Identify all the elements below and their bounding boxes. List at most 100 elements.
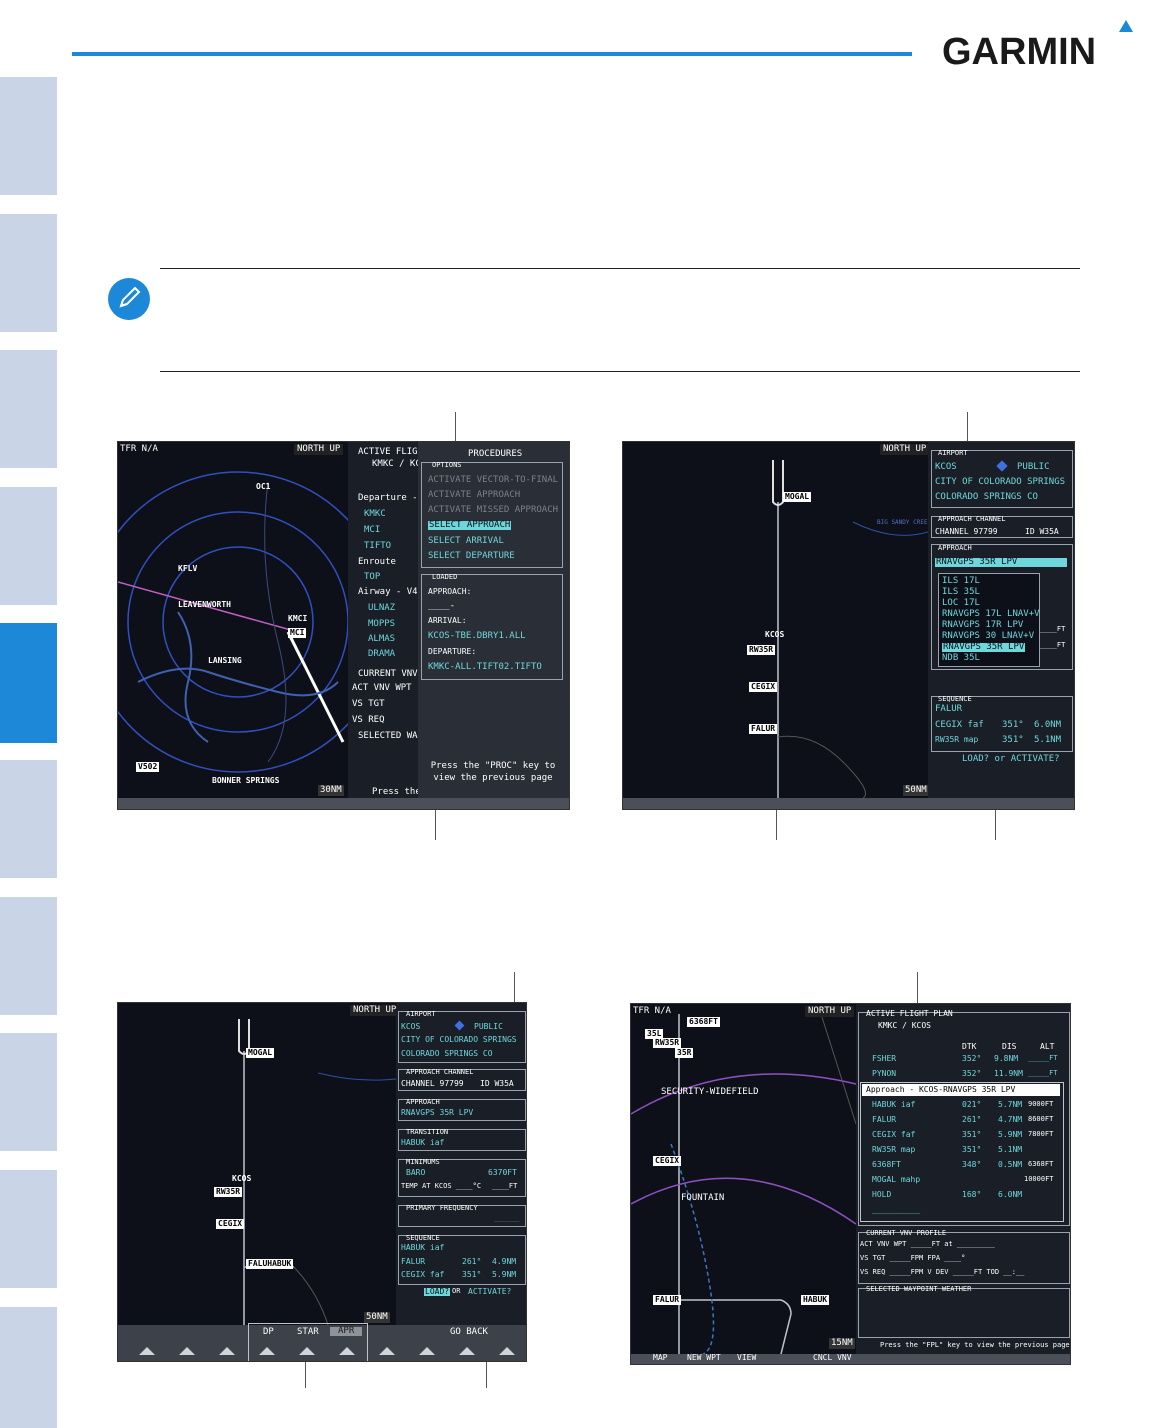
option-select-arrival[interactable]: SELECT ARRIVAL (428, 537, 504, 546)
col-dtk: DTK (962, 1042, 977, 1051)
approach-option[interactable]: RNAVGPS 17R LPV (942, 621, 1023, 630)
option-vtf[interactable]: ACTIVATE VECTOR-TO-FINAL (428, 476, 558, 485)
minimums-baro[interactable]: BARO (406, 1169, 425, 1177)
softkey-view[interactable]: VIEW (737, 1354, 756, 1362)
option-select-approach[interactable]: SELECT APPROACH (428, 521, 512, 530)
approach-option[interactable]: LOC 17L (942, 599, 980, 608)
orientation-label[interactable]: NORTH UP (350, 1005, 400, 1016)
fp-airway-wpt[interactable]: ULNAZ (368, 604, 395, 613)
approach-value[interactable]: RNAVGPS 35R LPV (401, 1109, 473, 1117)
transition-value[interactable]: HABUK iaf (401, 1139, 444, 1147)
approach-row-wpt[interactable]: __________ (872, 1206, 920, 1214)
section-tab-6[interactable] (0, 760, 57, 878)
map-label-kmci: KMCI (288, 614, 308, 623)
section-tab-5-active[interactable] (0, 623, 57, 743)
section-tab-7[interactable] (0, 897, 57, 1015)
softkey-new-wpt[interactable]: NEW WPT (687, 1354, 721, 1362)
map-label-oc1: OC1 (256, 482, 271, 491)
softkey-button[interactable] (299, 1347, 315, 1355)
softkey-button[interactable] (339, 1347, 355, 1355)
callout-line (305, 1360, 306, 1388)
option-activate-approach[interactable]: ACTIVATE APPROACH (428, 491, 520, 500)
approach-row-alt[interactable]: 9000FT (1028, 1101, 1053, 1108)
option-select-departure[interactable]: SELECT DEPARTURE (428, 552, 515, 561)
airport-state: COLORADO SPRINGS CO (935, 492, 1038, 502)
section-tab-8[interactable] (0, 1033, 57, 1151)
side-field: ____FT (1040, 641, 1066, 649)
approach-row-alt[interactable]: 10000FT (1024, 1176, 1054, 1183)
approach-row-wpt[interactable]: MOGAL mahp (872, 1176, 920, 1184)
section-tab-9[interactable] (0, 1170, 57, 1288)
range-label[interactable]: 30NM (318, 785, 344, 796)
approach-row-wpt[interactable]: CEGIX faf (872, 1131, 915, 1139)
fp-row-wpt[interactable]: FSHER (872, 1055, 896, 1063)
softkey-dp[interactable]: DP (263, 1328, 274, 1337)
softkey-cncl-vnv[interactable]: CNCL VNV (813, 1354, 852, 1362)
softkey-apr[interactable]: APR (330, 1327, 363, 1336)
approach-option[interactable]: ILS 17L (942, 577, 980, 586)
approach-row-wpt[interactable]: 6368FT (872, 1161, 901, 1169)
softkey-button[interactable] (419, 1347, 435, 1355)
option-missed-approach[interactable]: ACTIVATE MISSED APPROACH (428, 506, 558, 515)
sequence-dis: 4.9NM (492, 1257, 517, 1266)
approach-row-wpt[interactable]: FALUR (872, 1116, 896, 1124)
softkey-star[interactable]: STAR (297, 1328, 319, 1337)
approach-option[interactable]: ILS 35L (942, 588, 980, 597)
approach-row-alt[interactable]: 7800FT (1028, 1131, 1053, 1138)
minimums-temp[interactable]: TEMP AT KCOS ____°C (401, 1183, 481, 1190)
softkey-button[interactable] (219, 1347, 235, 1355)
approach-row-wpt[interactable]: HOLD (872, 1191, 891, 1199)
softkey-button[interactable] (499, 1347, 515, 1355)
approach-option[interactable]: RNAVGPS 30 LNAV+V (942, 632, 1034, 641)
softkey-button[interactable] (179, 1347, 195, 1355)
orientation-label[interactable]: NORTH UP (880, 444, 930, 455)
softkey-button[interactable] (459, 1347, 475, 1355)
fp-airway-wpt[interactable]: ALMAS (368, 635, 395, 644)
fp-wpt[interactable]: TIFTO (364, 542, 391, 551)
section-tab-2[interactable] (0, 214, 57, 332)
softkey-button[interactable] (259, 1347, 275, 1355)
softkey-map[interactable]: MAP (653, 1354, 667, 1362)
fp-row-alt[interactable]: _____FT (1028, 1055, 1058, 1062)
vnv-row: VS TGT _____FPM FPA ____° (860, 1254, 966, 1262)
fp-airway-wpt[interactable]: MOPPS (368, 620, 395, 629)
screen-flight-plan: TFR N/A NORTH UP 6368FT 35L RW35R 35R SE… (630, 1003, 1071, 1365)
frequency-label: PRIMARY FREQUENCY (406, 1204, 478, 1212)
airport-id[interactable]: KCOS (935, 463, 957, 472)
approach-row-alt[interactable]: 6368FT (1028, 1161, 1053, 1168)
load-activate-prompt[interactable]: LOAD? or ACTIVATE? (962, 755, 1060, 764)
load-prompt[interactable]: LOAD? (424, 1288, 451, 1296)
approach-row-alt[interactable]: 8600FT (1028, 1116, 1053, 1123)
approach-row-wpt[interactable]: RW35R map (872, 1146, 915, 1154)
fp-row-alt[interactable]: _____FT (1028, 1070, 1058, 1077)
softkey-bar (118, 798, 569, 809)
minimums-baro-value[interactable]: 6370FT (488, 1169, 517, 1177)
approach-option[interactable]: RNAVGPS 17L LNAV+V (942, 610, 1040, 619)
section-tab-3[interactable] (0, 350, 57, 468)
range-label[interactable]: 15NM (829, 1338, 855, 1349)
approach-selected[interactable]: RNAVGPS 35R LPV (935, 558, 1067, 567)
softkey-button[interactable] (139, 1347, 155, 1355)
section-tab-4[interactable] (0, 487, 57, 605)
section-tab-10[interactable] (0, 1307, 57, 1428)
softkey-go-back[interactable]: GO BACK (450, 1328, 488, 1337)
approach-option[interactable]: NDB 35L (942, 654, 980, 663)
section-tab-1[interactable] (0, 77, 57, 195)
tfr-label: TFR N/A (633, 1006, 671, 1016)
softkey-bar (623, 798, 1074, 809)
fp-top[interactable]: TOP (364, 573, 380, 582)
range-label[interactable]: 50NM (903, 785, 929, 796)
orientation-label[interactable]: NORTH UP (294, 444, 344, 455)
airport-id[interactable]: KCOS (401, 1023, 420, 1031)
range-label[interactable]: 50NM (364, 1312, 390, 1323)
softkey-button[interactable] (379, 1347, 395, 1355)
fp-wpt[interactable]: MCI (364, 526, 380, 535)
fp-row-wpt[interactable]: PYNON (872, 1070, 896, 1078)
airport-type: PUBLIC (474, 1022, 503, 1031)
approach-row-wpt[interactable]: HABUK iaf (872, 1101, 915, 1109)
approach-option-selected[interactable]: RNAVGPS 35R LPV (942, 643, 1026, 652)
orientation-label[interactable]: NORTH UP (805, 1006, 855, 1017)
fp-wpt[interactable]: KMKC (364, 510, 386, 519)
activate-prompt[interactable]: ACTIVATE? (468, 1288, 511, 1296)
fp-airway-wpt[interactable]: DRAMA (368, 650, 395, 659)
